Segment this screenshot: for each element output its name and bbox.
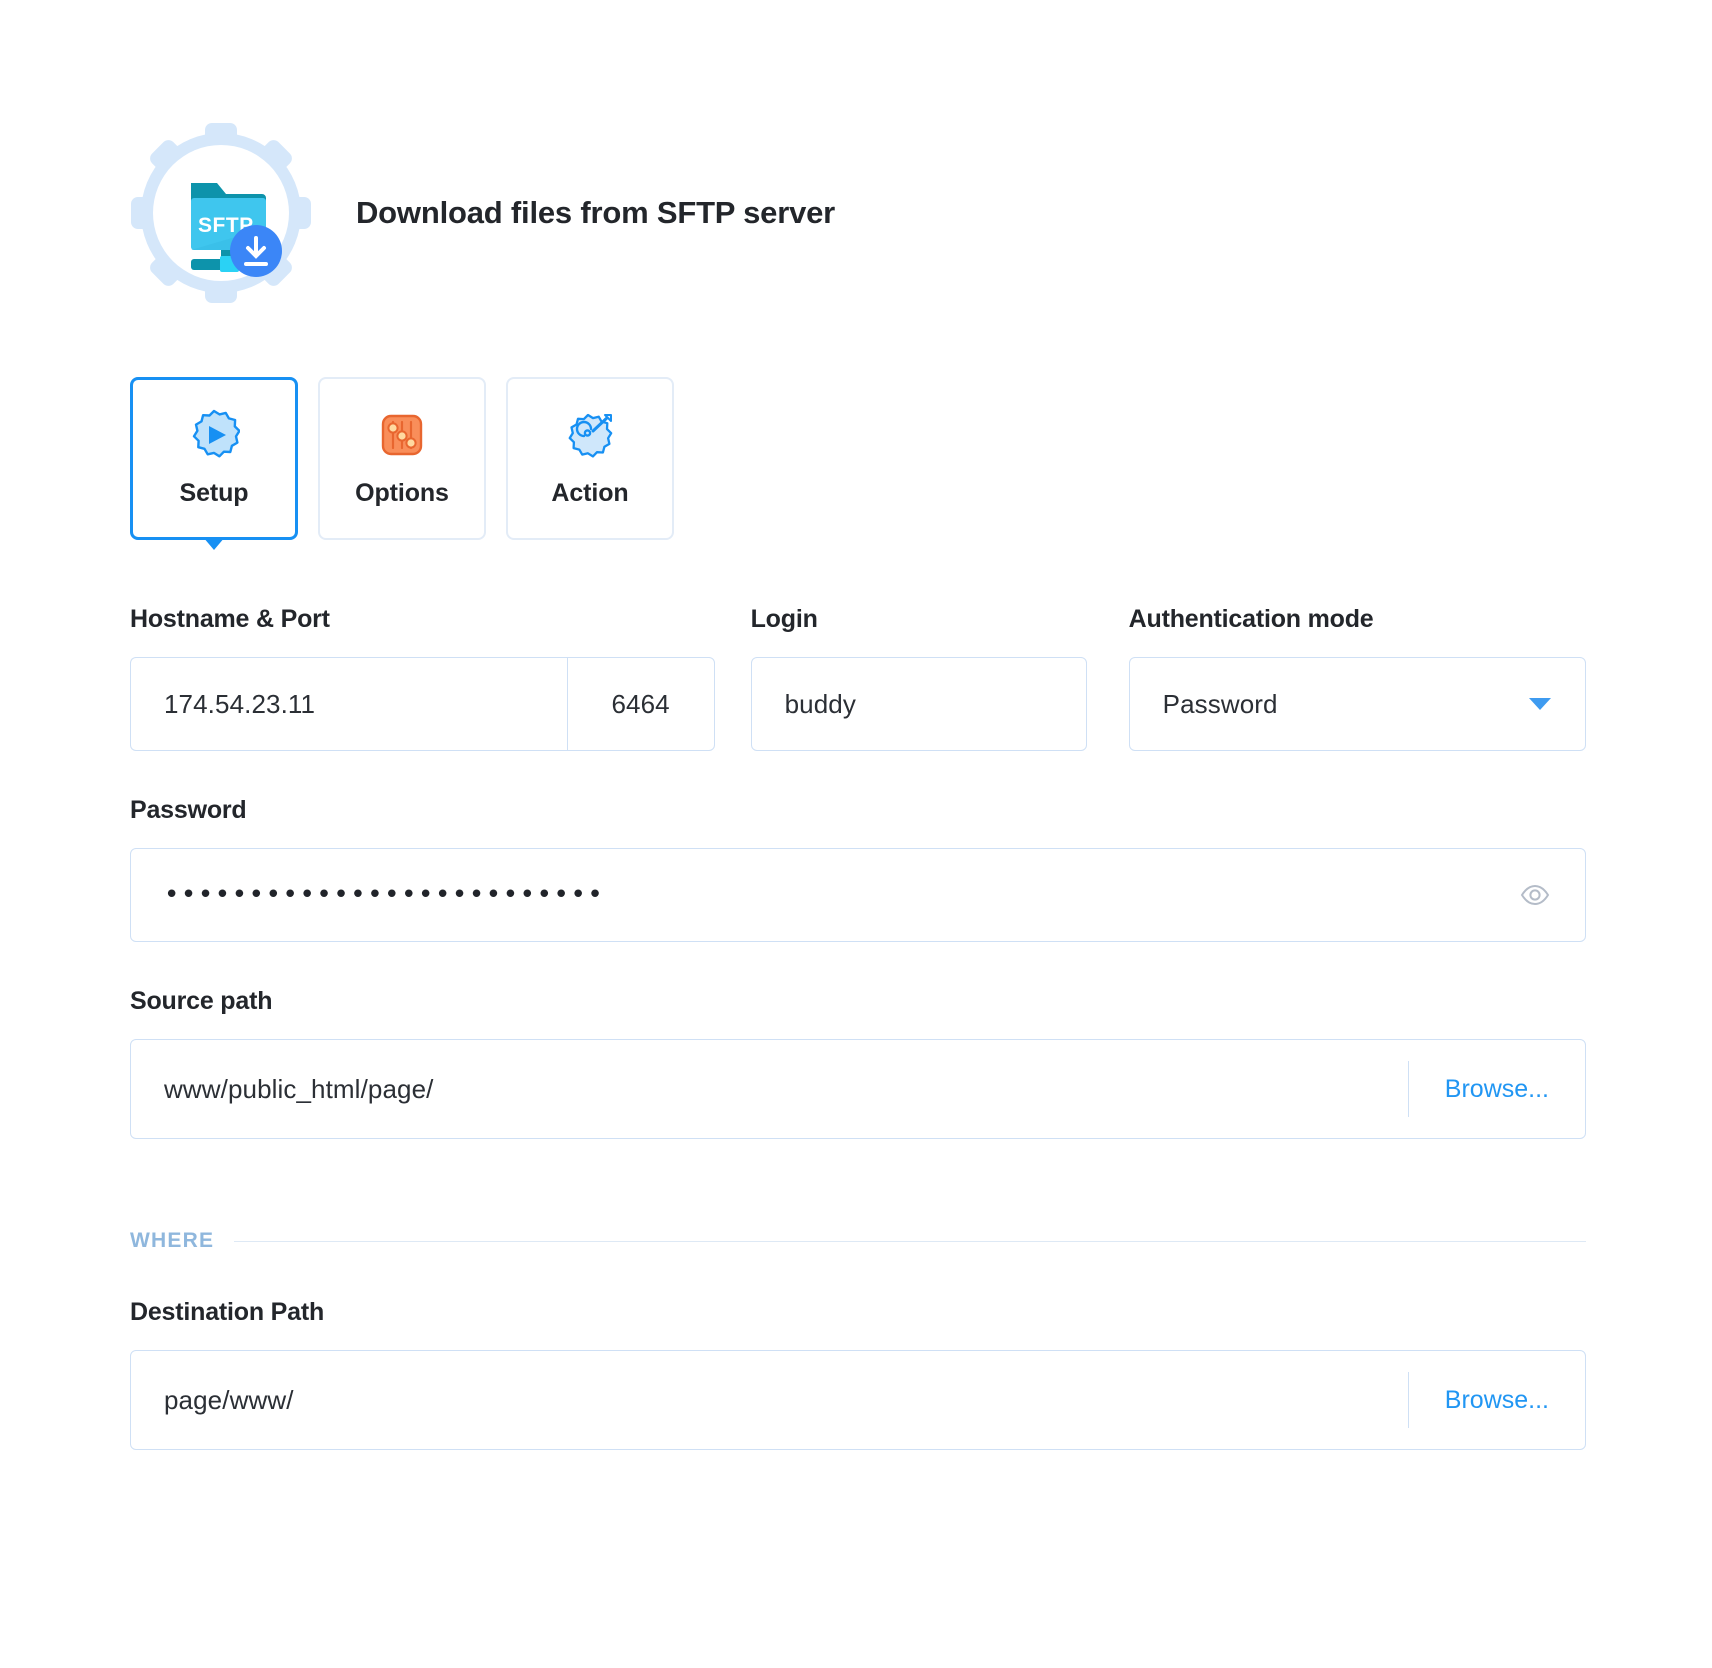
source-path-group: Source path www/public_html/page/ Browse… xyxy=(130,987,1586,1139)
chevron-down-icon xyxy=(1529,698,1551,710)
password-group: Password •••••••••••••••••••••••••• xyxy=(130,796,1586,942)
hostname-value: 174.54.23.11 xyxy=(131,689,567,720)
tab-action[interactable]: Action xyxy=(506,377,674,540)
tab-options[interactable]: Options xyxy=(318,377,486,540)
source-browse-wrap: Browse... xyxy=(1408,1040,1585,1138)
source-browse-button[interactable]: Browse... xyxy=(1409,1075,1585,1104)
hostname-port-label: Hostname & Port xyxy=(130,605,715,634)
sliders-icon xyxy=(376,409,428,461)
port-input[interactable]: 6464 xyxy=(567,657,715,751)
tab-setup-label: Setup xyxy=(180,479,249,508)
connection-row: Hostname & Port 174.54.23.11 6464 Login … xyxy=(130,605,1586,751)
destination-path-value: page/www/ xyxy=(131,1385,1408,1416)
login-input[interactable]: buddy xyxy=(751,657,1087,751)
destination-browse-wrap: Browse... xyxy=(1408,1351,1585,1449)
destination-path-group: Destination Path page/www/ Browse... xyxy=(130,1298,1586,1450)
tab-action-label: Action xyxy=(551,479,628,508)
password-input[interactable]: •••••••••••••••••••••••••• xyxy=(130,848,1586,942)
wand-badge-icon xyxy=(564,409,616,461)
source-path-input[interactable]: www/public_html/page/ Browse... xyxy=(130,1039,1586,1139)
destination-path-label: Destination Path xyxy=(130,1298,1586,1327)
source-path-label: Source path xyxy=(130,987,1586,1016)
port-value: 6464 xyxy=(611,689,669,720)
play-badge-icon xyxy=(188,409,240,461)
tab-bar: Setup Options xyxy=(130,377,674,540)
auth-mode-value: Password xyxy=(1130,689,1529,720)
where-section-divider: WHERE xyxy=(130,1229,1586,1253)
page-title: Download files from SFTP server xyxy=(356,195,835,231)
destination-path-input[interactable]: page/www/ Browse... xyxy=(130,1350,1586,1450)
source-path-value: www/public_html/page/ xyxy=(131,1074,1408,1105)
login-value: buddy xyxy=(752,689,1086,720)
hostname-port-input-group: 174.54.23.11 6464 xyxy=(130,657,715,751)
login-group: Login buddy xyxy=(751,605,1087,751)
auth-mode-group: Authentication mode Password xyxy=(1129,605,1586,751)
eye-icon[interactable] xyxy=(1519,879,1551,911)
password-label: Password xyxy=(130,796,1586,825)
destination-browse-button[interactable]: Browse... xyxy=(1409,1386,1585,1415)
sftp-download-action-panel: SFTP Download files from SFTP server xyxy=(0,0,1712,1668)
auth-mode-label: Authentication mode xyxy=(1129,605,1586,634)
login-label: Login xyxy=(751,605,1087,634)
auth-mode-select[interactable]: Password xyxy=(1129,657,1586,751)
sftp-download-folder-icon: SFTP xyxy=(128,120,314,306)
divider-line xyxy=(234,1241,1586,1242)
tab-setup[interactable]: Setup xyxy=(130,377,298,540)
hostname-port-group: Hostname & Port 174.54.23.11 6464 xyxy=(130,605,715,751)
where-section-label: WHERE xyxy=(130,1229,214,1253)
panel-header: SFTP Download files from SFTP server xyxy=(128,120,835,306)
hostname-input[interactable]: 174.54.23.11 xyxy=(130,657,567,751)
password-value: •••••••••••••••••••••••••• xyxy=(131,882,604,908)
setup-form: Hostname & Port 174.54.23.11 6464 Login … xyxy=(130,605,1586,1450)
tab-options-label: Options xyxy=(355,479,449,508)
